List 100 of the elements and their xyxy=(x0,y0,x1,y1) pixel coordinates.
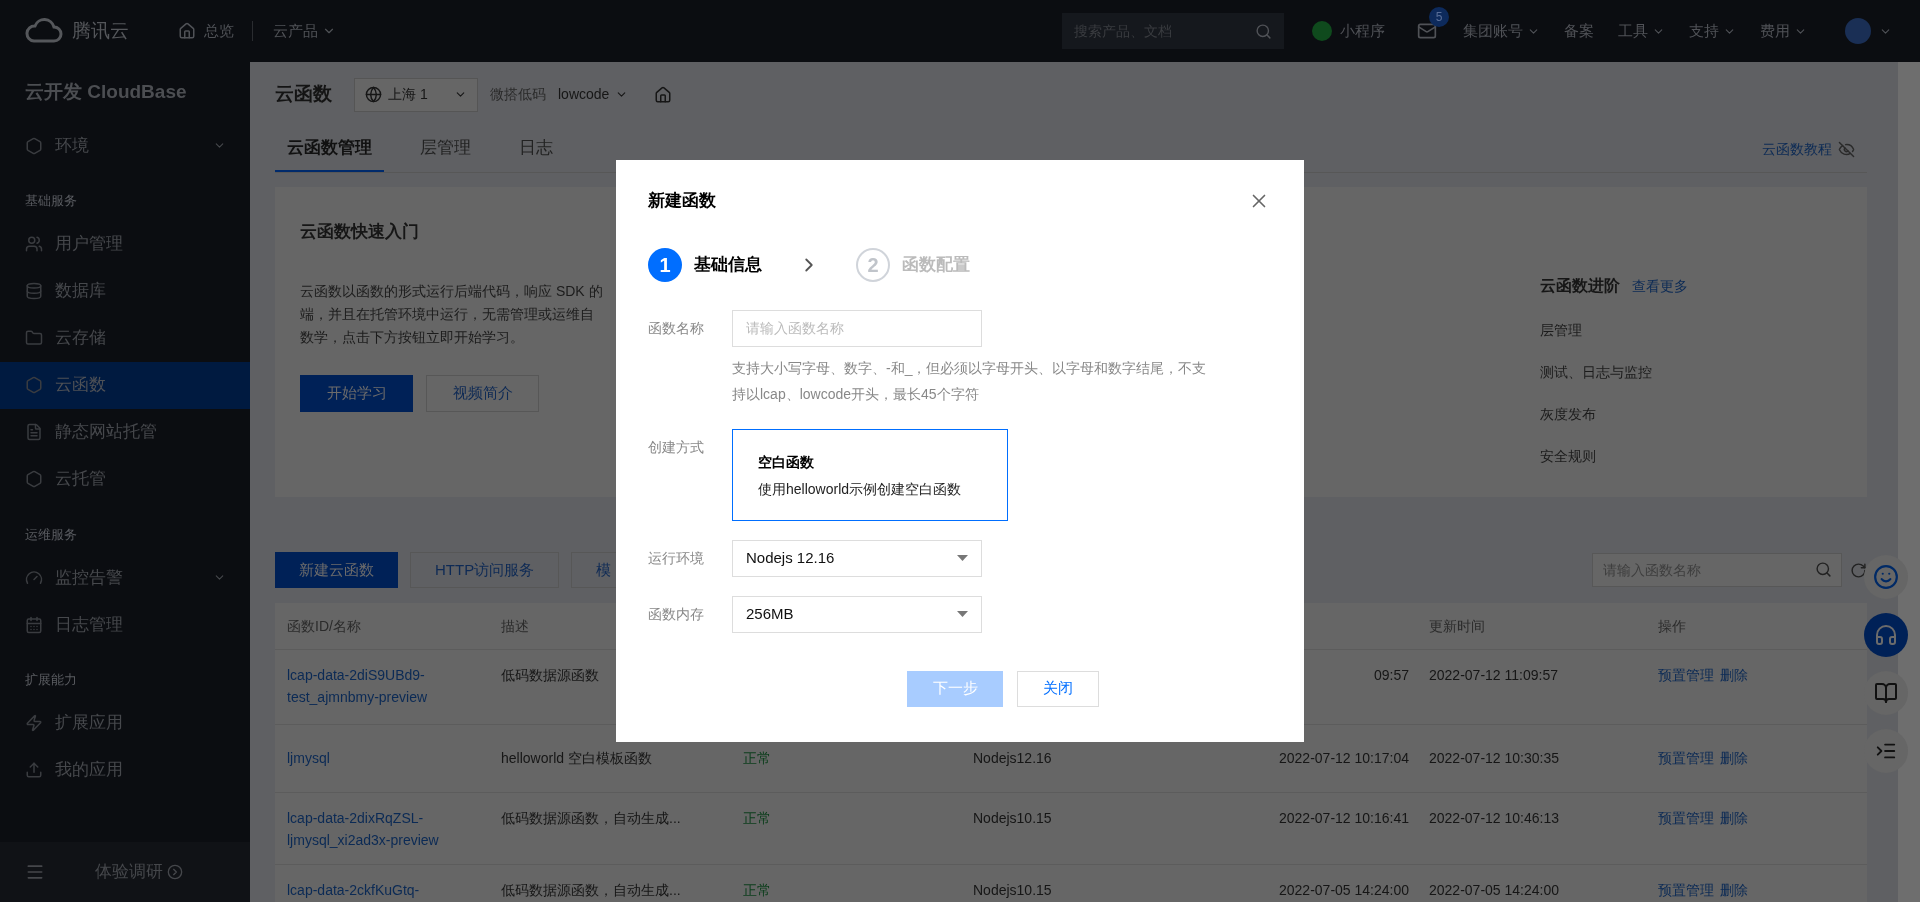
dialog-title: 新建函数 xyxy=(648,190,716,212)
action-link[interactable]: 删除 xyxy=(1720,807,1748,829)
action-link[interactable]: 预置管理 xyxy=(1658,664,1714,686)
overview-link[interactable]: 总览 xyxy=(204,19,234,43)
status-cell-text: 正常 xyxy=(742,881,772,900)
video-intro-button[interactable]: 视频简介 xyxy=(426,374,539,412)
page-title: 云函数 xyxy=(275,82,332,107)
sidebar-item[interactable]: 云托管 xyxy=(0,455,250,503)
advanced-item[interactable]: 安全规则 xyxy=(1540,446,1867,466)
sidebar-item[interactable]: 扩展应用 xyxy=(0,699,250,747)
action-link[interactable]: 删除 xyxy=(1720,879,1748,901)
action-link[interactable]: 预置管理 xyxy=(1658,807,1714,829)
sidebar-item[interactable]: 数据库 xyxy=(0,267,250,315)
hexagon-icon xyxy=(25,376,43,394)
table-cell-text: 低码数据源函数，自动生成... xyxy=(500,809,682,828)
nav-menu[interactable]: 费用 xyxy=(1760,19,1807,43)
cloud-logo-icon xyxy=(24,18,64,44)
nav-menu[interactable]: 备案 xyxy=(1564,19,1594,43)
region-select[interactable]: 上海 1 xyxy=(354,77,478,112)
action-link[interactable]: 删除 xyxy=(1720,747,1748,769)
mini-program-link[interactable]: 小程序 xyxy=(1340,19,1385,43)
toolbar-button[interactable]: 新建云函数 xyxy=(275,552,398,588)
sidebar-item[interactable]: 环境 xyxy=(0,122,250,169)
field-label: 函数内存 xyxy=(648,604,705,624)
start-learning-button[interactable]: 开始学习 xyxy=(300,374,413,412)
search-icon xyxy=(1255,23,1272,40)
lightning-icon xyxy=(25,714,43,732)
advanced-item[interactable]: 灰度发布 xyxy=(1540,404,1867,424)
sidebar-item[interactable]: 静态网站托管 xyxy=(0,408,250,456)
sidebar-item[interactable]: 监控告警 xyxy=(0,554,250,601)
sidebar-item[interactable]: 用户管理 xyxy=(0,220,250,268)
products-menu[interactable]: 云产品 xyxy=(253,19,336,43)
table-cell-text: Nodejs12.16 xyxy=(972,749,1053,768)
sidebar-title: 云开发 CloudBase xyxy=(24,79,188,104)
eye-off-icon[interactable] xyxy=(1838,141,1855,158)
tab[interactable]: 日志 xyxy=(507,126,565,172)
select-field[interactable]: 256MB xyxy=(732,595,982,633)
card-title: 云函数快速入门 xyxy=(300,221,420,243)
dialog-button[interactable]: 关闭 xyxy=(1017,670,1099,707)
hexagon-icon xyxy=(25,470,43,488)
database-icon xyxy=(25,282,43,300)
nav-menu[interactable]: 集团账号 xyxy=(1463,19,1540,43)
collapse-icon[interactable] xyxy=(25,862,45,882)
tab[interactable]: 云函数管理 xyxy=(275,126,384,172)
document-icon xyxy=(25,423,43,441)
description-line: 数学，点击下方按钮立即开始学习。 xyxy=(300,327,525,347)
hexagon-icon xyxy=(25,136,43,155)
field-label: 运行环境 xyxy=(648,548,705,568)
upload-icon xyxy=(25,761,43,779)
sidebar-item[interactable]: 云函数 xyxy=(0,361,250,409)
gauge-icon xyxy=(25,568,43,587)
scrollbar-track[interactable] xyxy=(1898,62,1920,902)
section-heading: 基础服务 xyxy=(24,192,78,210)
status-cell-text: 正常 xyxy=(742,749,772,768)
status-cell-text: 正常 xyxy=(742,809,772,828)
sidebar-item[interactable]: 云存储 xyxy=(0,314,250,362)
headset-icon xyxy=(1874,623,1898,647)
column-header: 描述 xyxy=(500,616,530,636)
tutorial-link[interactable]: 云函数教程 xyxy=(1762,139,1832,160)
function-name-link[interactable]: lcap-data-2ckfKuGtq- xyxy=(275,879,489,901)
users-icon xyxy=(25,235,43,253)
home-icon[interactable] xyxy=(654,85,673,104)
mail-icon[interactable] xyxy=(1417,21,1437,41)
function-name-link[interactable]: lcap-data-2dixRqZSL-ljmysql_xi2ad3x-preview xyxy=(275,807,489,851)
sidebar-item[interactable]: 日志管理 xyxy=(0,601,250,648)
table-cell-text: 低码数据源函数，自动生成... xyxy=(500,881,682,900)
select-field[interactable]: Nodejs 12.16 xyxy=(732,539,982,577)
calendar-icon xyxy=(25,615,43,634)
function-name-link[interactable]: lcap-data-2diS9UBd9-test_ajmnbmy-preview xyxy=(275,664,489,708)
table-cell-text: Nodejs10.15 xyxy=(972,881,1053,900)
option-card[interactable]: 空白函数 使用helloworld示例创建空白函数 xyxy=(732,428,1008,521)
table-cell-text: 2022-07-12 10:16:41 xyxy=(1278,809,1410,828)
see-more-link[interactable]: 查看更多 xyxy=(1632,275,1688,297)
env-label: 微搭低码 xyxy=(490,85,546,104)
nav-menu[interactable]: 支持 xyxy=(1689,19,1736,43)
search-icon xyxy=(1815,561,1832,578)
function-name-input[interactable]: 请输入函数名称 xyxy=(732,309,982,347)
option-description: 使用helloworld示例创建空白函数 xyxy=(758,479,963,499)
action-link[interactable]: 删除 xyxy=(1720,664,1748,686)
nav-menu[interactable]: 工具 xyxy=(1618,19,1665,43)
action-link[interactable]: 预置管理 xyxy=(1658,747,1714,769)
table-cell-text: 2022-07-12 10:17:04 xyxy=(1278,749,1410,768)
env-select[interactable]: lowcode xyxy=(558,84,629,105)
toolbar-button[interactable]: HTTP访问服务 xyxy=(410,552,560,588)
advanced-item[interactable]: 测试、日志与监控 xyxy=(1540,362,1867,382)
arrow-circle-icon xyxy=(167,864,183,880)
refresh-icon[interactable] xyxy=(1850,561,1867,579)
table-cell-text: Nodejs10.15 xyxy=(972,809,1053,828)
action-link[interactable]: 预置管理 xyxy=(1658,879,1714,901)
advanced-item[interactable]: 层管理 xyxy=(1540,320,1867,340)
function-name-link[interactable]: ljmysql xyxy=(275,747,489,769)
tab[interactable]: 层管理 xyxy=(408,126,483,172)
brand-name[interactable]: 腾讯云 xyxy=(72,16,129,46)
table-cell-text: 2022-07-12 11:09:57 xyxy=(1428,666,1559,685)
section-heading: 运维服务 xyxy=(24,525,78,544)
dropdown-arrow-icon xyxy=(957,611,968,617)
field-label: 创建方式 xyxy=(648,437,705,457)
sidebar-item[interactable]: 我的应用 xyxy=(0,746,250,794)
table-cell-text: 低码数据源函数 xyxy=(500,666,600,685)
column-header: 操作 xyxy=(1657,616,1687,636)
